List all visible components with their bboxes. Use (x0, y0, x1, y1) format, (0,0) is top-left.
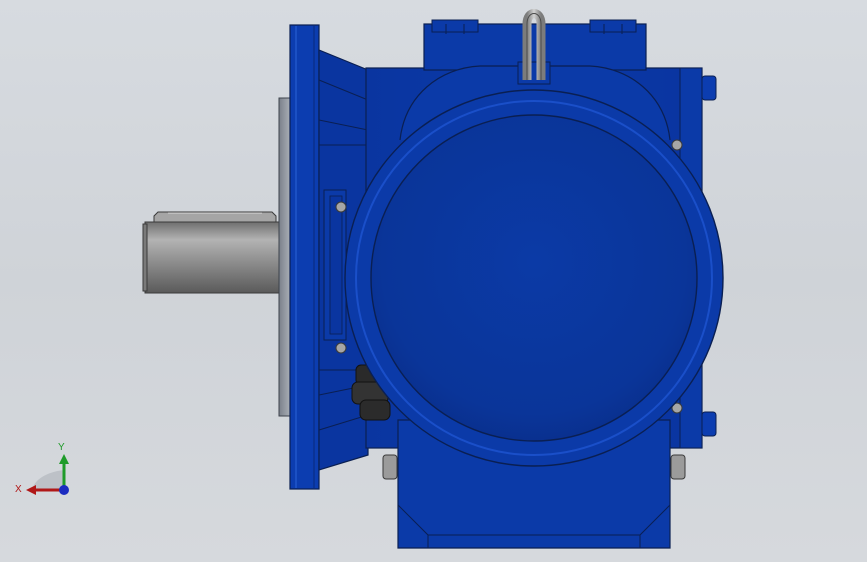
triad-y-label: Y (58, 442, 65, 453)
output-shaft[interactable] (142, 211, 282, 294)
gear-motor-model[interactable] (0, 0, 867, 562)
flange-plate[interactable] (289, 24, 320, 490)
flange-face[interactable] (278, 97, 291, 417)
triad-graphic (26, 454, 69, 495)
motor-end-cap[interactable] (344, 89, 724, 467)
triad-x-label: X (15, 484, 22, 495)
view-orientation-triad[interactable]: Y X (12, 440, 76, 510)
cad-graphics-viewport[interactable]: Y X (0, 0, 867, 562)
